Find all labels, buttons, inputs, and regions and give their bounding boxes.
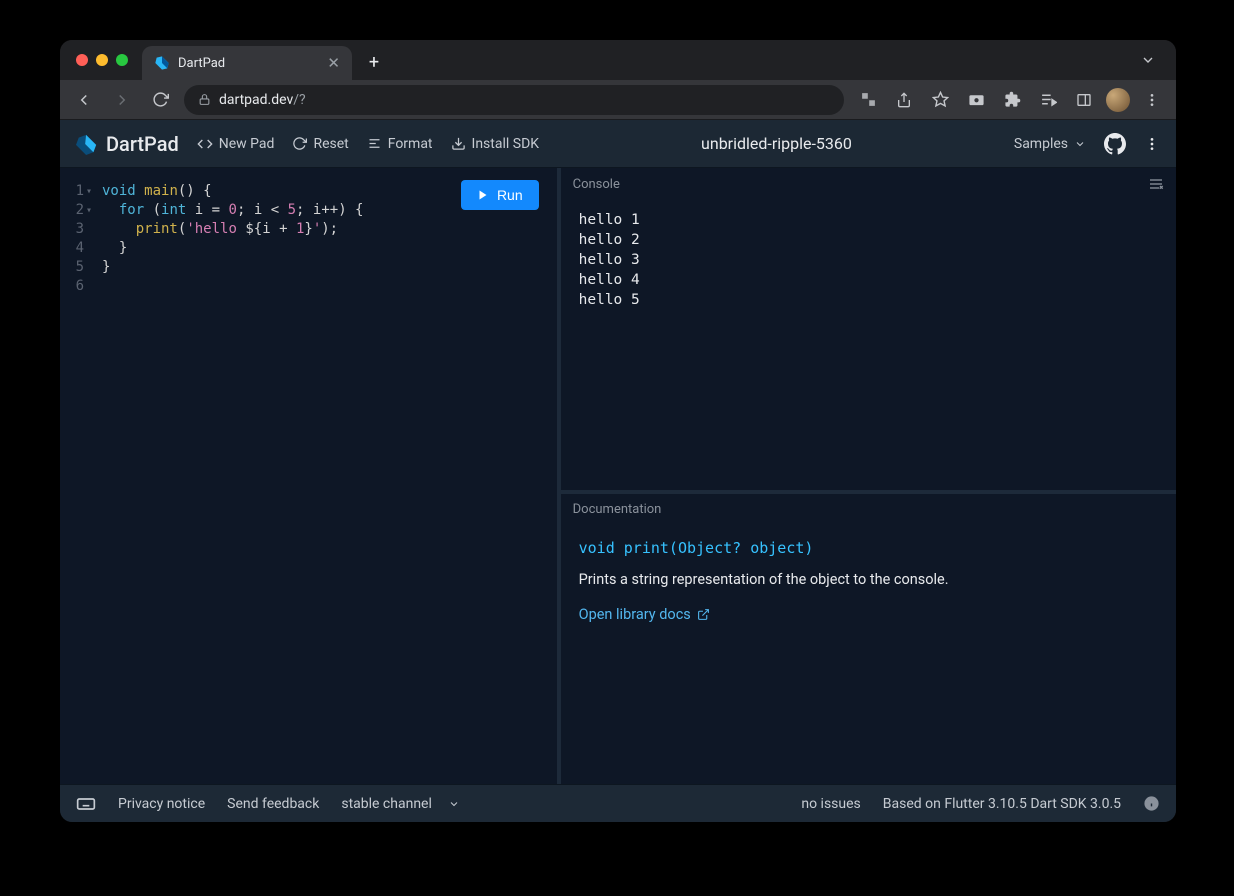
doc-signature: void print(Object? object) (579, 539, 1158, 557)
chevron-down-icon (1074, 138, 1086, 150)
dart-favicon-icon (154, 55, 170, 71)
status-bar: Privacy notice Send feedback stable chan… (60, 784, 1176, 822)
project-title: unbridled-ripple-5360 (557, 134, 996, 153)
translate-icon[interactable] (854, 86, 882, 114)
back-button[interactable] (70, 86, 98, 114)
app-header: DartPad New Pad Reset Format Install SDK… (60, 120, 1176, 168)
console-title: Console (573, 177, 620, 192)
documentation-panel: Documentation void print(Object? object)… (561, 494, 1176, 784)
logo[interactable]: DartPad (76, 132, 179, 156)
clear-console-icon[interactable] (1148, 176, 1164, 192)
doc-description: Prints a string representation of the ob… (579, 571, 1158, 588)
feedback-link[interactable]: Send feedback (227, 796, 319, 812)
reset-icon (292, 136, 307, 151)
window-controls (76, 54, 128, 66)
privacy-link[interactable]: Privacy notice (118, 796, 205, 812)
logo-text: DartPad (106, 132, 179, 156)
tab-title: DartPad (178, 56, 319, 71)
chevron-down-icon (448, 798, 460, 810)
issues-status: no issues (801, 796, 860, 812)
code-icon (197, 136, 213, 152)
run-button[interactable]: Run (461, 180, 539, 210)
url-field[interactable]: dartpad.dev/? (184, 85, 844, 115)
main-split: 1 2 3 4 5 6 ▾ ▾ void main() { for (int i… (60, 168, 1176, 784)
minimize-window-button[interactable] (96, 54, 108, 66)
external-link-icon (697, 608, 710, 621)
code-content[interactable]: void main() { for (int i = 0; i < 5; i++… (98, 168, 557, 784)
github-link[interactable] (1104, 133, 1126, 155)
url-domain: dartpad.dev (219, 92, 293, 108)
samples-dropdown[interactable]: Samples (1014, 136, 1086, 152)
maximize-window-button[interactable] (116, 54, 128, 66)
reset-button[interactable]: Reset (292, 136, 348, 152)
play-icon (477, 189, 489, 201)
format-button[interactable]: Format (367, 136, 433, 152)
download-icon (451, 136, 466, 151)
line-gutter: 1 2 3 4 5 6 (60, 168, 86, 784)
toolbar-icons (854, 86, 1166, 114)
console-panel: Console hello 1 hello 2 hello 3 hello 4 … (561, 168, 1176, 494)
fold-column: ▾ ▾ (86, 168, 98, 784)
browser-menu-icon[interactable] (1138, 86, 1166, 114)
profile-avatar[interactable] (1106, 88, 1130, 112)
install-sdk-button[interactable]: Install SDK (451, 136, 540, 152)
address-bar: dartpad.dev/? (60, 80, 1176, 120)
kebab-menu-icon (1144, 136, 1160, 152)
dart-logo-icon (76, 133, 98, 155)
doc-link[interactable]: Open library docs (579, 606, 710, 623)
camera-icon[interactable] (962, 86, 990, 114)
documentation-title: Documentation (573, 502, 662, 517)
keyboard-shortcuts-icon[interactable] (76, 794, 96, 814)
info-icon[interactable] (1143, 795, 1160, 812)
reload-button[interactable] (146, 86, 174, 114)
tab-bar: DartPad ✕ + (60, 40, 1176, 80)
console-output: hello 1 hello 2 hello 3 hello 4 hello 5 (561, 200, 1176, 490)
github-icon (1104, 133, 1126, 155)
new-tab-button[interactable]: + (360, 48, 388, 76)
format-icon (367, 136, 382, 151)
share-icon[interactable] (890, 86, 918, 114)
url-path: /? (293, 92, 305, 108)
app-menu-button[interactable] (1144, 136, 1160, 152)
browser-tab[interactable]: DartPad ✕ (142, 46, 352, 80)
tabs-overflow-icon[interactable] (1140, 52, 1166, 68)
forward-button[interactable] (108, 86, 136, 114)
sdk-version: Based on Flutter 3.10.5 Dart SDK 3.0.5 (883, 796, 1121, 812)
side-panel-icon[interactable] (1070, 86, 1098, 114)
bookmark-icon[interactable] (926, 86, 954, 114)
browser-window: DartPad ✕ + dartpad.dev/? (60, 40, 1176, 822)
close-window-button[interactable] (76, 54, 88, 66)
playlist-icon[interactable] (1034, 86, 1062, 114)
close-tab-icon[interactable]: ✕ (327, 54, 340, 72)
new-pad-button[interactable]: New Pad (197, 136, 275, 152)
lock-icon (198, 93, 211, 106)
right-panel: Console hello 1 hello 2 hello 3 hello 4 … (557, 168, 1176, 784)
code-editor[interactable]: 1 2 3 4 5 6 ▾ ▾ void main() { for (int i… (60, 168, 557, 784)
channel-dropdown[interactable]: stable channel (341, 796, 460, 812)
extensions-icon[interactable] (998, 86, 1026, 114)
